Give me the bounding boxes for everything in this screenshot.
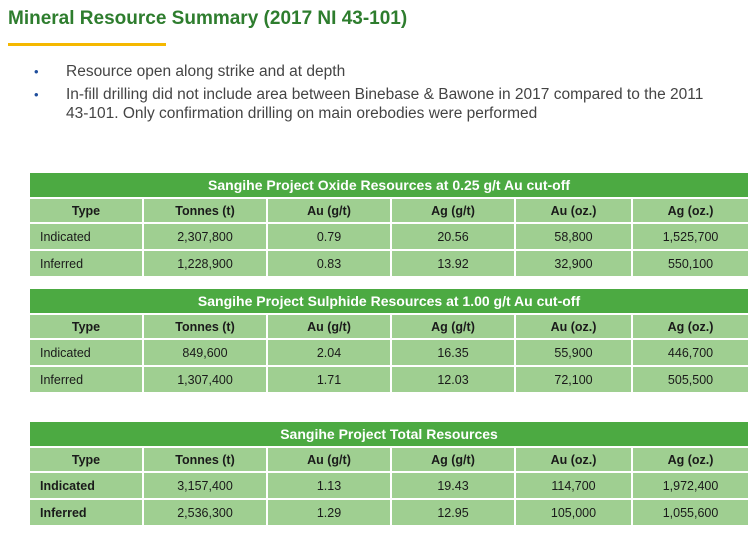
- cell-ag-oz: 446,700: [630, 338, 750, 367]
- cell-au-oz: 114,700: [514, 471, 633, 500]
- column-header: Au (oz.): [514, 446, 633, 473]
- table-row: Indicated 849,600 2.04 16.35 55,900 446,…: [28, 338, 750, 367]
- column-header: Au (g/t): [266, 313, 392, 340]
- table-row: Inferred 2,536,300 1.29 12.95 105,000 1,…: [28, 498, 750, 527]
- cell-au-gt: 2.04: [266, 338, 392, 367]
- cell-tonnes: 1,228,900: [142, 249, 268, 278]
- column-header: Au (g/t): [266, 446, 392, 473]
- cell-au-gt: 1.13: [266, 471, 392, 500]
- cell-tonnes: 1,307,400: [142, 365, 268, 394]
- bullet-list: • Resource open along strike and at dept…: [30, 62, 730, 127]
- column-header: Tonnes (t): [142, 446, 268, 473]
- cell-type: Inferred: [28, 365, 144, 394]
- bullet-dot-icon: •: [34, 87, 39, 102]
- cell-au-oz: 32,900: [514, 249, 633, 278]
- cell-au-oz: 72,100: [514, 365, 633, 394]
- cell-ag-oz: 1,525,700: [630, 222, 750, 251]
- cell-type: Indicated: [28, 338, 144, 367]
- cell-ag-oz: 550,100: [630, 249, 750, 278]
- bullet-item: • In-fill drilling did not include area …: [30, 85, 730, 123]
- cell-ag-gt: 13.92: [390, 249, 516, 278]
- column-header: Type: [28, 197, 144, 224]
- bullet-text: Resource open along strike and at depth: [66, 63, 346, 80]
- title-underline: [8, 43, 166, 46]
- column-header: Ag (g/t): [390, 446, 516, 473]
- cell-ag-gt: 12.95: [390, 498, 516, 527]
- total-resources-table: Sangihe Project Total Resources Type Ton…: [27, 420, 750, 527]
- table-header-row: Type Tonnes (t) Au (g/t) Ag (g/t) Au (oz…: [28, 197, 750, 224]
- cell-type: Indicated: [28, 471, 144, 500]
- table-row: Inferred 1,228,900 0.83 13.92 32,900 550…: [28, 249, 750, 278]
- column-header: Au (oz.): [514, 197, 633, 224]
- cell-au-gt: 1.29: [266, 498, 392, 527]
- table-title: Sangihe Project Total Resources: [27, 420, 750, 448]
- cell-au-oz: 55,900: [514, 338, 633, 367]
- bullet-item: • Resource open along strike and at dept…: [30, 62, 730, 81]
- cell-tonnes: 849,600: [142, 338, 268, 367]
- bullet-dot-icon: •: [34, 64, 39, 79]
- cell-type: Indicated: [28, 222, 144, 251]
- column-header: Ag (g/t): [390, 197, 516, 224]
- bullet-text: In-fill drilling did not include area be…: [66, 86, 704, 122]
- column-header: Au (g/t): [266, 197, 392, 224]
- cell-ag-oz: 505,500: [630, 365, 750, 394]
- cell-ag-gt: 20.56: [390, 222, 516, 251]
- column-header: Ag (oz.): [630, 313, 750, 340]
- sulphide-resources-table: Sangihe Project Sulphide Resources at 1.…: [27, 287, 750, 394]
- column-header: Ag (oz.): [630, 446, 750, 473]
- table-header-row: Type Tonnes (t) Au (g/t) Ag (g/t) Au (oz…: [28, 446, 750, 473]
- cell-ag-gt: 16.35: [390, 338, 516, 367]
- table-header-row: Type Tonnes (t) Au (g/t) Ag (g/t) Au (oz…: [28, 313, 750, 340]
- column-header: Au (oz.): [514, 313, 633, 340]
- cell-tonnes: 2,536,300: [142, 498, 268, 527]
- page-title: Mineral Resource Summary (2017 NI 43-101…: [8, 8, 408, 29]
- column-header: Type: [28, 446, 144, 473]
- cell-type: Inferred: [28, 249, 144, 278]
- column-header: Type: [28, 313, 144, 340]
- cell-type: Inferred: [28, 498, 144, 527]
- cell-au-gt: 0.83: [266, 249, 392, 278]
- cell-au-gt: 1.71: [266, 365, 392, 394]
- cell-au-oz: 58,800: [514, 222, 633, 251]
- cell-ag-gt: 12.03: [390, 365, 516, 394]
- table-row: Inferred 1,307,400 1.71 12.03 72,100 505…: [28, 365, 750, 394]
- cell-tonnes: 3,157,400: [142, 471, 268, 500]
- cell-ag-gt: 19.43: [390, 471, 516, 500]
- cell-au-gt: 0.79: [266, 222, 392, 251]
- column-header: Tonnes (t): [142, 313, 268, 340]
- table-title: Sangihe Project Sulphide Resources at 1.…: [27, 287, 750, 315]
- column-header: Ag (g/t): [390, 313, 516, 340]
- table-row: Indicated 2,307,800 0.79 20.56 58,800 1,…: [28, 222, 750, 251]
- cell-ag-oz: 1,972,400: [630, 471, 750, 500]
- table-title: Sangihe Project Oxide Resources at 0.25 …: [27, 171, 750, 199]
- oxide-resources-table: Sangihe Project Oxide Resources at 0.25 …: [27, 171, 750, 278]
- table-row: Indicated 3,157,400 1.13 19.43 114,700 1…: [28, 471, 750, 500]
- cell-au-oz: 105,000: [514, 498, 633, 527]
- cell-ag-oz: 1,055,600: [630, 498, 750, 527]
- column-header: Tonnes (t): [142, 197, 268, 224]
- cell-tonnes: 2,307,800: [142, 222, 268, 251]
- column-header: Ag (oz.): [630, 197, 750, 224]
